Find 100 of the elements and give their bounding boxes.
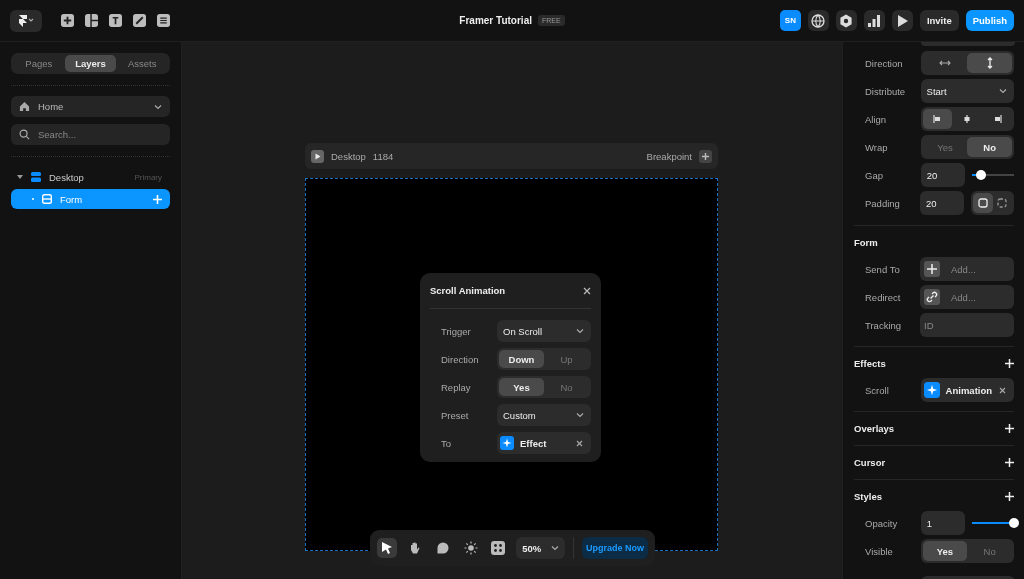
hexagon-icon — [839, 13, 854, 28]
hexagon-button[interactable] — [835, 10, 857, 31]
sun-icon — [463, 541, 478, 555]
globe-button[interactable] — [807, 10, 829, 31]
frame-icon — [31, 172, 41, 182]
field-label: Preset — [441, 409, 470, 421]
sparkle-icon — [923, 382, 940, 398]
stack-icon — [42, 194, 52, 204]
upgrade-button[interactable]: Upgrade Now — [582, 537, 649, 559]
dropdown[interactable]: On Scroll — [497, 320, 591, 342]
segment-option[interactable]: Down — [499, 350, 544, 368]
remove-icon[interactable] — [576, 439, 583, 447]
input-field[interactable]: Add... — [920, 257, 1014, 281]
analytics-button[interactable] — [863, 10, 885, 31]
pointer-icon — [379, 541, 394, 555]
align-icon — [932, 115, 943, 123]
slider-thumb[interactable] — [1009, 518, 1019, 528]
chevron-down-icon — [154, 103, 162, 110]
vertical-arrow-button[interactable] — [967, 53, 1012, 73]
dropdown[interactable]: Custom — [497, 404, 591, 426]
chevron-down-icon — [551, 545, 560, 551]
segment-option[interactable]: Yes — [499, 378, 544, 396]
play-button[interactable] — [891, 10, 913, 31]
globe-icon — [811, 13, 826, 28]
pen-icon[interactable] — [133, 14, 146, 27]
section-title: Cursor — [854, 456, 886, 468]
slider-thumb[interactable] — [976, 170, 987, 180]
play-icon — [895, 13, 910, 28]
bar-chart-icon — [867, 13, 882, 28]
add-icon[interactable] — [1005, 423, 1014, 433]
property-label: Redirect — [864, 291, 902, 303]
add-icon[interactable] — [699, 149, 712, 163]
property-label: Padding — [864, 197, 901, 209]
input-field[interactable]: ID — [920, 313, 1014, 337]
frame-name: Desktop — [331, 150, 366, 162]
caret-icon — [17, 174, 23, 180]
number-input[interactable]: 20 — [920, 191, 964, 215]
search-field[interactable]: Search... — [11, 124, 170, 145]
frame-width: 1184 — [372, 150, 394, 162]
text-input[interactable]: Add... — [947, 291, 1010, 303]
align-icon — [992, 115, 1003, 123]
field-label: Trigger — [441, 325, 472, 337]
horizontal-arrow-icon — [938, 59, 951, 67]
property-label: Direction — [864, 57, 904, 69]
text-input[interactable]: Add... — [947, 263, 1010, 275]
property-label: Tracking — [864, 319, 903, 331]
segment-option[interactable]: No — [967, 137, 1012, 157]
grid-icon — [491, 541, 506, 555]
chevron-down-icon — [576, 412, 584, 418]
vertical-arrow-icon — [985, 57, 994, 69]
sparkle-icon — [500, 436, 514, 450]
chevron-down-icon — [999, 88, 1007, 94]
section-title: Effects — [854, 357, 886, 369]
breakpoint-label: Breakpoint — [646, 150, 692, 162]
section-title: Form — [854, 236, 878, 248]
logo-menu-button[interactable] — [10, 9, 42, 32]
link-icon — [924, 289, 940, 305]
project-title: Framer Tutorial — [459, 15, 532, 26]
layout-icon[interactable] — [85, 14, 98, 27]
dropdown[interactable]: Start — [920, 79, 1014, 103]
property-label: Opacity — [864, 517, 899, 529]
remove-icon[interactable] — [999, 386, 1006, 394]
add-icon[interactable] — [1005, 358, 1014, 368]
field-label: Direction — [441, 353, 480, 365]
number-input[interactable]: 20 — [920, 163, 965, 187]
align-icon — [962, 115, 973, 123]
number-input[interactable]: 1 — [920, 511, 965, 535]
close-icon[interactable] — [583, 286, 591, 295]
add-icon[interactable] — [1005, 457, 1014, 467]
search-icon — [19, 129, 30, 140]
segment-option[interactable]: Yes — [922, 541, 968, 561]
property-label: Scroll — [864, 384, 890, 396]
add-icon[interactable] — [1005, 491, 1014, 501]
property-label: Distribute — [864, 85, 907, 97]
property-label: Visible — [864, 545, 894, 557]
input-field[interactable]: Add... — [920, 285, 1014, 309]
chevron-down-icon — [576, 328, 584, 334]
invite-button[interactable]: Invite — [919, 10, 959, 31]
pointer-tool-button[interactable] — [377, 538, 397, 558]
property-label: Gap — [864, 169, 884, 181]
plus-icon — [924, 261, 940, 277]
panel-tab[interactable]: Pages — [13, 55, 65, 72]
property-label: Wrap — [864, 141, 889, 153]
section-title: Styles — [854, 490, 882, 502]
comment-icon — [435, 541, 450, 555]
square-icon — [977, 198, 988, 208]
page-select[interactable]: Home — [11, 96, 170, 117]
align-left-button[interactable] — [922, 109, 953, 129]
play-icon[interactable] — [311, 149, 324, 163]
panel-tab[interactable]: Assets — [116, 55, 168, 72]
panel-tab[interactable]: Layers — [64, 55, 117, 72]
zoom-select[interactable]: 50% — [516, 537, 566, 559]
uniform-padding-button[interactable] — [973, 193, 993, 213]
effect-chip[interactable]: Effect — [497, 432, 591, 454]
home-icon — [19, 101, 30, 112]
plus-icon[interactable] — [61, 14, 74, 27]
field-label: To — [441, 437, 453, 449]
field-label: Replay — [441, 381, 472, 393]
text-icon[interactable] — [109, 14, 122, 27]
effect-chip[interactable]: Animation — [920, 378, 1014, 402]
